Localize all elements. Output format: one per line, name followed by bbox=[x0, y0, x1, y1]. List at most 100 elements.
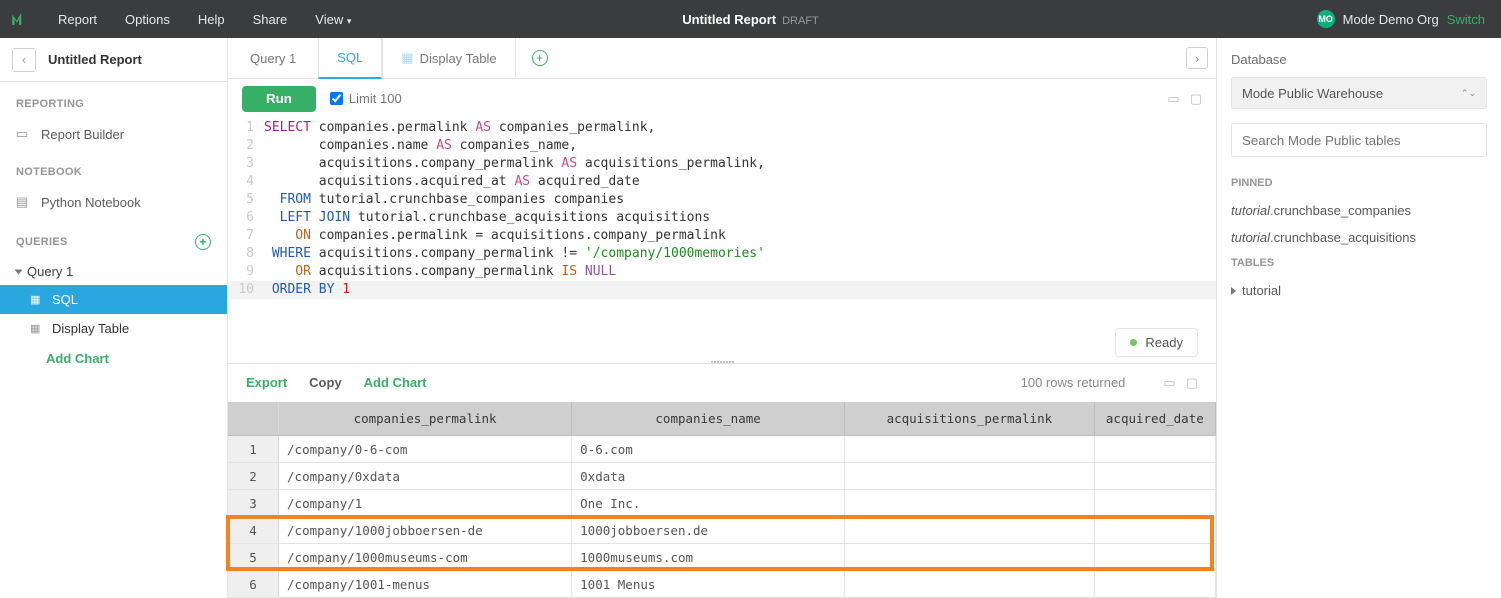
table-icon: ▦ bbox=[30, 322, 44, 335]
maximize-icon[interactable]: ▢ bbox=[1190, 91, 1202, 107]
sidebar-title: Untitled Report bbox=[48, 52, 142, 67]
next-tab-button[interactable]: › bbox=[1186, 47, 1208, 69]
table-cell[interactable] bbox=[1094, 463, 1215, 490]
add-query-button[interactable]: + bbox=[195, 234, 211, 250]
draft-badge: DRAFT bbox=[782, 15, 819, 27]
table-cell[interactable]: /company/1001-menus bbox=[279, 571, 572, 598]
sidebar-item-label: SQL bbox=[52, 292, 78, 307]
switch-org-link[interactable]: Switch bbox=[1447, 12, 1485, 27]
menu-report[interactable]: Report bbox=[58, 12, 97, 27]
maximize-icon[interactable]: ▢ bbox=[1186, 375, 1198, 391]
schema-tutorial[interactable]: tutorial bbox=[1231, 277, 1487, 304]
table-cell[interactable] bbox=[1094, 544, 1215, 571]
column-header[interactable]: companies_name bbox=[572, 402, 845, 436]
tab-query-1[interactable]: Query 1 bbox=[228, 38, 318, 78]
sidebar-report-builder[interactable]: ▭ Report Builder bbox=[0, 118, 227, 150]
table-icon: ▦ bbox=[401, 50, 413, 66]
run-button[interactable]: Run bbox=[242, 86, 316, 112]
sidebar-sql[interactable]: ▦ SQL bbox=[0, 285, 227, 314]
schema-name: tutorial bbox=[1242, 283, 1281, 298]
status-text: Ready bbox=[1145, 335, 1183, 350]
tab-sql[interactable]: SQL bbox=[318, 38, 382, 79]
table-cell[interactable]: One Inc. bbox=[572, 490, 845, 517]
editor-toolbar: Run Limit 100 ▭ ▢ bbox=[228, 79, 1216, 118]
column-header[interactable]: companies_permalink bbox=[279, 402, 572, 436]
table-cell[interactable]: /company/1000jobboersen-de bbox=[279, 517, 572, 544]
database-select-value: Mode Public Warehouse bbox=[1242, 86, 1383, 101]
menu-view[interactable]: View ▾ bbox=[315, 12, 351, 27]
results-table[interactable]: companies_permalinkcompanies_nameacquisi… bbox=[228, 402, 1216, 598]
menu-help[interactable]: Help bbox=[198, 12, 225, 27]
sidebar-item-label: Query 1 bbox=[27, 264, 73, 279]
section-tables: TABLES bbox=[1231, 257, 1487, 269]
table-cell[interactable] bbox=[1094, 517, 1215, 544]
top-menu: Report Options Help Share View ▾ bbox=[58, 12, 351, 27]
table-cell[interactable] bbox=[1094, 436, 1215, 463]
pinned-table-acquisitions[interactable]: tutorial.crunchbase_acquisitions bbox=[1231, 224, 1487, 251]
table-cell[interactable]: 1000museums.com bbox=[572, 544, 845, 571]
search-input[interactable] bbox=[1231, 123, 1487, 157]
table-row[interactable]: 1/company/0-6-com0-6.com bbox=[228, 436, 1216, 463]
pinned-table-companies[interactable]: tutorial.crunchbase_companies bbox=[1231, 197, 1487, 224]
sidebar-item-label: Display Table bbox=[52, 321, 129, 336]
sidebar: ‹ Untitled Report REPORTING ▭ Report Bui… bbox=[0, 38, 228, 598]
table-cell[interactable]: /company/0-6-com bbox=[279, 436, 572, 463]
section-pinned: PINNED bbox=[1231, 177, 1487, 189]
table-row[interactable]: 5/company/1000museums-com1000museums.com bbox=[228, 544, 1216, 571]
menu-share[interactable]: Share bbox=[253, 12, 288, 27]
table-cell[interactable]: /company/1000museums-com bbox=[279, 544, 572, 571]
table-cell[interactable] bbox=[1094, 571, 1215, 598]
back-button[interactable]: ‹ bbox=[12, 48, 36, 72]
sidebar-query-1[interactable]: Query 1 bbox=[0, 258, 227, 285]
minimize-icon[interactable]: ▭ bbox=[1167, 91, 1179, 107]
table-cell[interactable]: /company/1 bbox=[279, 490, 572, 517]
center-pane: Query 1 SQL ▦ Display Table + › Run Limi… bbox=[228, 38, 1217, 598]
limit-checkbox-input[interactable] bbox=[330, 92, 343, 105]
section-reporting: REPORTING bbox=[0, 82, 227, 118]
resize-handle-icon[interactable] bbox=[702, 361, 742, 367]
limit-checkbox[interactable]: Limit 100 bbox=[330, 91, 402, 106]
export-link[interactable]: Export bbox=[246, 375, 287, 390]
table-row[interactable]: 2/company/0xdata0xdata bbox=[228, 463, 1216, 490]
table-cell[interactable]: 1001 Menus bbox=[572, 571, 845, 598]
sidebar-display-table[interactable]: ▦ Display Table bbox=[0, 314, 227, 343]
org-avatar-icon[interactable]: MO bbox=[1317, 10, 1335, 28]
tab-display-table[interactable]: ▦ Display Table bbox=[382, 38, 515, 78]
org-name[interactable]: Mode Demo Org bbox=[1343, 12, 1439, 27]
table-cell[interactable] bbox=[845, 571, 1095, 598]
table-cell[interactable]: /company/0xdata bbox=[279, 463, 572, 490]
topbar: Report Options Help Share View ▾ Untitle… bbox=[0, 0, 1501, 38]
mode-logo-icon[interactable] bbox=[0, 10, 38, 28]
table-cell[interactable]: 0xdata bbox=[572, 463, 845, 490]
table-cell[interactable] bbox=[845, 517, 1095, 544]
column-header[interactable]: acquisitions_permalink bbox=[845, 402, 1095, 436]
report-title: Untitled ReportDRAFT bbox=[682, 12, 819, 27]
menu-options[interactable]: Options bbox=[125, 12, 170, 27]
table-cell[interactable] bbox=[845, 544, 1095, 571]
sidebar-python-notebook[interactable]: ▤ Python Notebook bbox=[0, 186, 227, 218]
report-builder-icon: ▭ bbox=[16, 126, 31, 142]
table-cell[interactable] bbox=[845, 436, 1095, 463]
schema-panel: Database Mode Public Warehouse ⌃⌄ PINNED… bbox=[1217, 38, 1501, 598]
table-cell[interactable] bbox=[845, 463, 1095, 490]
copy-link[interactable]: Copy bbox=[309, 375, 342, 390]
table-cell[interactable]: 0-6.com bbox=[572, 436, 845, 463]
table-row[interactable]: 3/company/1One Inc. bbox=[228, 490, 1216, 517]
sidebar-item-label: Python Notebook bbox=[41, 195, 141, 210]
minimize-icon[interactable]: ▭ bbox=[1163, 375, 1175, 391]
results-toolbar: Export Copy Add Chart 100 rows returned … bbox=[228, 364, 1216, 401]
database-select[interactable]: Mode Public Warehouse ⌃⌄ bbox=[1231, 77, 1487, 109]
table-cell[interactable]: 1000jobboersen.de bbox=[572, 517, 845, 544]
table-row[interactable]: 6/company/1001-menus1001 Menus bbox=[228, 571, 1216, 598]
table-cell[interactable] bbox=[1094, 490, 1215, 517]
add-tab-button[interactable]: + bbox=[516, 38, 564, 78]
column-header[interactable]: acquired_date bbox=[1094, 402, 1215, 436]
add-chart-link[interactable]: Add Chart bbox=[364, 375, 427, 390]
table-row[interactable]: 4/company/1000jobboersen-de1000jobboerse… bbox=[228, 517, 1216, 544]
sidebar-add-chart[interactable]: Add Chart bbox=[0, 343, 227, 374]
section-queries: QUERIES + bbox=[0, 218, 227, 258]
sql-editor[interactable]: 1SELECT companies.permalink AS companies… bbox=[228, 119, 1216, 364]
select-caret-icon: ⌃⌄ bbox=[1461, 88, 1476, 99]
table-cell[interactable] bbox=[845, 490, 1095, 517]
caret-down-icon bbox=[15, 269, 23, 274]
